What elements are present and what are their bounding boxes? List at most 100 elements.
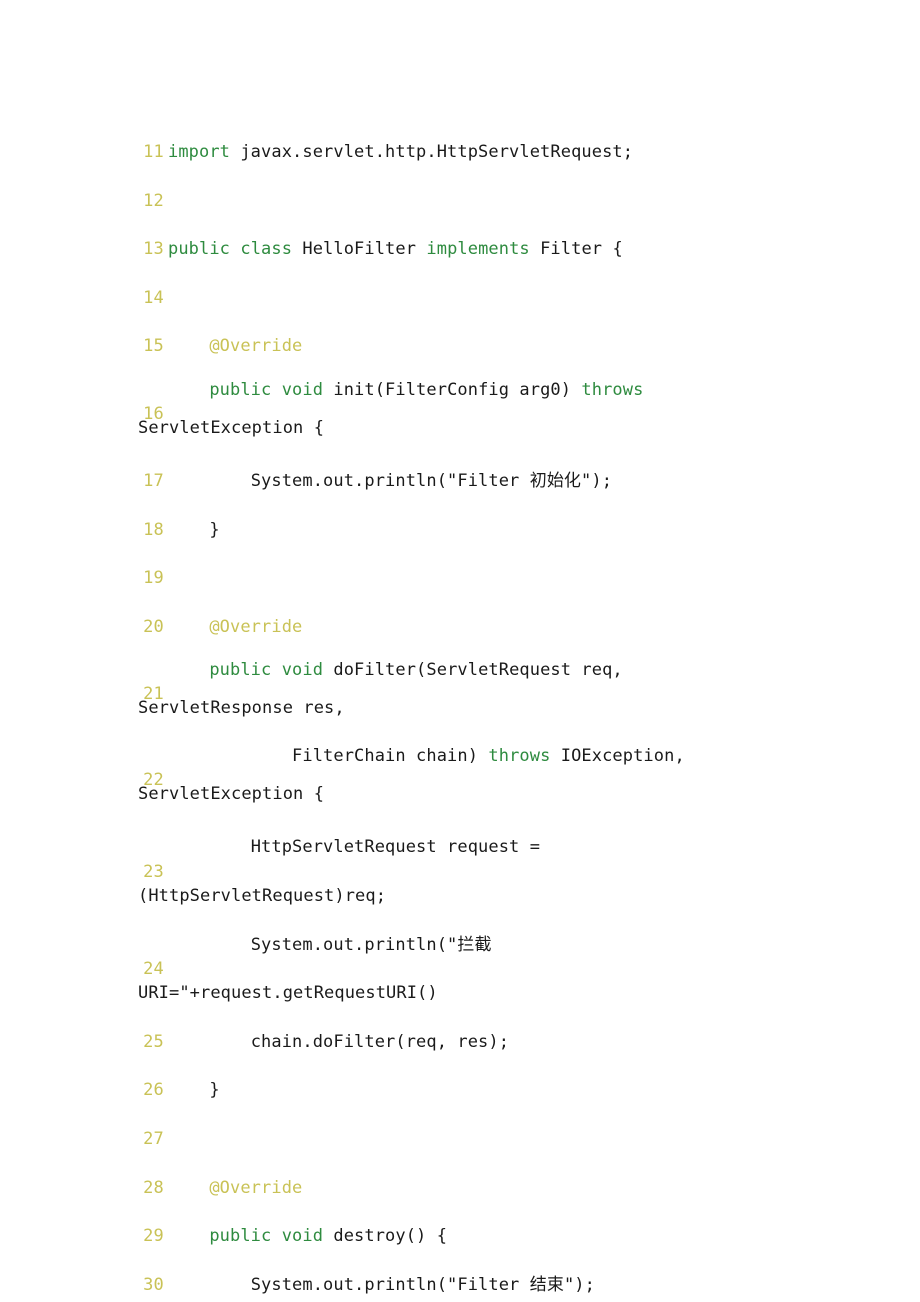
code-token-txt: } bbox=[168, 519, 220, 540]
line-number: 20 bbox=[143, 616, 164, 637]
code-token-kw: implements bbox=[426, 239, 530, 260]
code-token-txt: HttpServletRequest request = (HttpServle… bbox=[138, 837, 551, 906]
line-number: 19 bbox=[143, 568, 164, 589]
line-number: 11 bbox=[143, 142, 164, 163]
code-token-txt: FilterChain chain) bbox=[168, 746, 489, 767]
code-line-text: public void init(FilterConfig arg0) thro… bbox=[138, 375, 654, 443]
code-line-text: System.out.println("拦截 URI="+request.get… bbox=[138, 935, 502, 1004]
code-line-text: } bbox=[168, 520, 220, 540]
code-token-txt: javax.servlet.http.HttpServletRequest; bbox=[230, 142, 634, 162]
code-token-txt: init(FilterConfig arg0) bbox=[323, 379, 582, 400]
code-line: 23 HttpServletRequest request = (HttpSer… bbox=[138, 823, 788, 920]
code-token-txt: destroy() { bbox=[323, 1226, 448, 1247]
code-token-cjk: 拦截 bbox=[457, 934, 492, 955]
line-number: 17 bbox=[143, 471, 164, 492]
code-line-text: public void destroy() { bbox=[168, 1226, 447, 1246]
code-line: 12 bbox=[138, 177, 788, 226]
code-token-kw: class bbox=[240, 239, 293, 260]
line-number: 22 bbox=[143, 770, 164, 791]
line-number: 24 bbox=[143, 958, 164, 979]
code-line: 19 bbox=[138, 554, 788, 603]
code-line-text: @Override bbox=[168, 1178, 302, 1198]
code-line-text: public class HelloFilter implements Filt… bbox=[168, 239, 623, 259]
code-line-text: HttpServletRequest request = (HttpServle… bbox=[138, 837, 550, 906]
code-token-ann: @Override bbox=[209, 616, 303, 637]
code-token-txt: } bbox=[168, 1080, 220, 1101]
code-line-text: FilterChain chain) throws IOException, S… bbox=[138, 741, 695, 809]
code-token-kw: public bbox=[168, 239, 231, 260]
code-token-kw: void bbox=[281, 1226, 324, 1247]
code-line: 28 @Override bbox=[138, 1164, 788, 1213]
code-line: 21 public void doFilter(ServletRequest r… bbox=[138, 651, 788, 737]
code-token-txt: "); bbox=[581, 470, 613, 491]
code-line-text: System.out.println("Filter 结束"); bbox=[168, 1275, 595, 1295]
code-token-txt: System.out.println("Filter bbox=[168, 470, 530, 491]
code-token-ann: @Override bbox=[209, 336, 303, 357]
line-number: 14 bbox=[143, 287, 164, 308]
code-line-text: @Override bbox=[168, 617, 302, 637]
code-line: 26 } bbox=[138, 1066, 788, 1115]
code-line: 20 @Override bbox=[138, 603, 788, 652]
code-token-cjk: 结束 bbox=[529, 1274, 564, 1295]
code-token-kw: public bbox=[209, 660, 272, 681]
code-token-txt: System.out.println("Filter bbox=[168, 1274, 530, 1295]
code-token-txt: HelloFilter bbox=[292, 239, 427, 260]
code-line: 22 FilterChain chain) throws IOException… bbox=[138, 737, 788, 823]
code-token-kw: void bbox=[281, 379, 324, 400]
code-token-kw: throws bbox=[581, 379, 644, 400]
code-line-text: @Override bbox=[168, 336, 302, 356]
line-number: 23 bbox=[143, 861, 164, 882]
line-number: 26 bbox=[143, 1080, 164, 1101]
line-number: 21 bbox=[143, 684, 164, 705]
code-token-txt: chain.doFilter(req, res); bbox=[168, 1031, 510, 1052]
code-token-kw: void bbox=[281, 660, 324, 681]
code-token-kw: import bbox=[168, 142, 231, 162]
line-number: 13 bbox=[143, 239, 164, 260]
code-line-text: public void doFilter(ServletRequest req,… bbox=[138, 655, 633, 723]
code-line: 11 import javax.servlet.http.HttpServletR… bbox=[138, 128, 788, 177]
line-number: 18 bbox=[143, 519, 164, 540]
code-line-text: System.out.println("Filter 初始化"); bbox=[168, 471, 612, 491]
code-token-kw: throws bbox=[488, 746, 551, 767]
code-line: 13 public class HelloFilter implements Fi… bbox=[138, 225, 788, 274]
code-line: 17 System.out.println("Filter 初始化"); bbox=[138, 457, 788, 506]
line-number: 28 bbox=[143, 1177, 164, 1198]
code-line: 30 System.out.println("Filter 结束"); bbox=[138, 1261, 788, 1302]
document-page: 11 import javax.servlet.http.HttpServletR… bbox=[0, 0, 920, 1302]
line-number: 12 bbox=[143, 190, 164, 211]
code-line: 16 public void init(FilterConfig arg0) t… bbox=[138, 371, 788, 457]
line-number: 16 bbox=[143, 403, 164, 424]
code-line: 18 } bbox=[138, 506, 788, 555]
code-line: 24 System.out.println("拦截 URI="+request.… bbox=[138, 921, 788, 1018]
code-token-txt: "); bbox=[563, 1274, 595, 1295]
line-number: 15 bbox=[143, 336, 164, 357]
line-number: 29 bbox=[143, 1226, 164, 1247]
code-line: 29 public void destroy() { bbox=[138, 1212, 788, 1261]
code-line: 15 @Override bbox=[138, 322, 788, 371]
code-token-txt: System.out.println(" bbox=[168, 934, 458, 955]
line-number: 30 bbox=[143, 1274, 164, 1295]
code-token-cjk: 初始化 bbox=[529, 470, 582, 491]
code-line-text: import javax.servlet.http.HttpServletReq… bbox=[168, 142, 633, 162]
code-listing: 11 import javax.servlet.http.HttpServletR… bbox=[138, 128, 788, 1302]
code-line-text: } bbox=[168, 1080, 220, 1100]
line-number: 25 bbox=[143, 1031, 164, 1052]
code-line: 27 bbox=[138, 1115, 788, 1164]
code-line-text: chain.doFilter(req, res); bbox=[168, 1032, 509, 1052]
code-token-kw: public bbox=[209, 379, 272, 400]
code-token-ann: @Override bbox=[209, 1177, 303, 1198]
